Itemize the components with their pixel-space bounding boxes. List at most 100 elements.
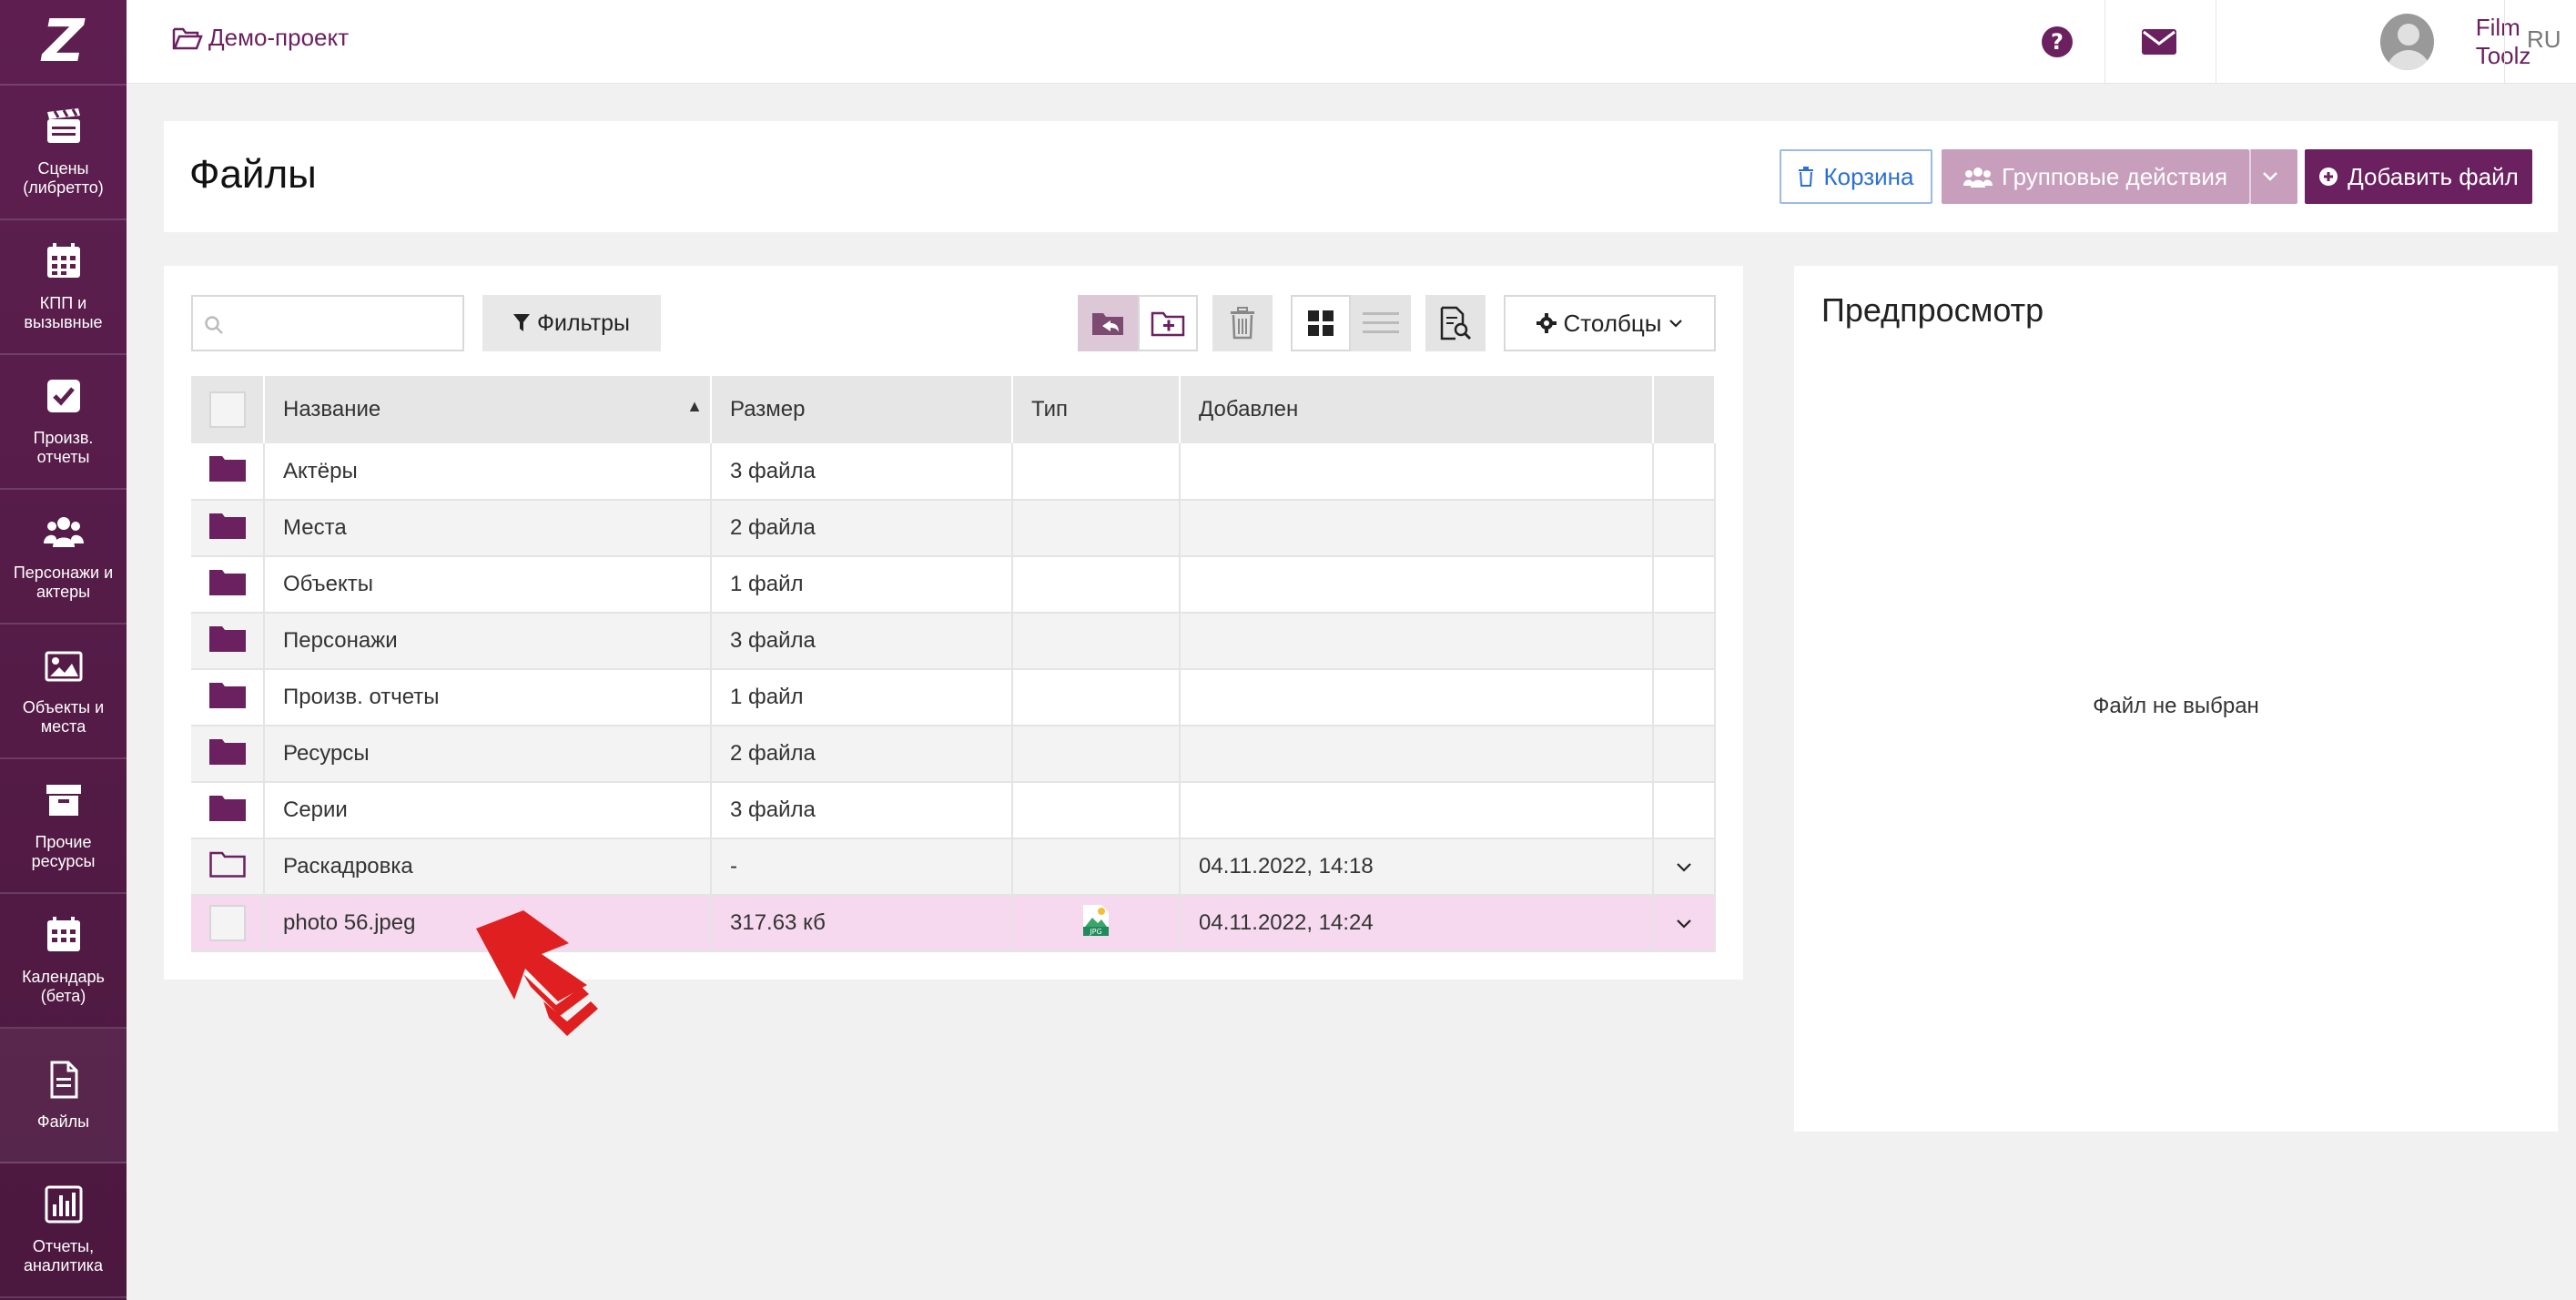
icon-cell	[191, 669, 265, 726]
table-row[interactable]: Актёры 3 файла	[191, 443, 1716, 501]
file-size: 1 файл	[711, 556, 1013, 614]
envelope-icon	[2142, 29, 2176, 55]
sidebar-item-files[interactable]: Файлы	[0, 1029, 127, 1163]
columns-dropdown[interactable]: Столбцы	[1504, 295, 1716, 351]
gear-icon	[1536, 313, 1557, 333]
sidebar: Z Сцены (либретто) КПП и вызывные Произв…	[0, 0, 127, 1300]
folder-icon	[208, 569, 246, 595]
file-added	[1180, 500, 1654, 557]
select-all-cell	[191, 376, 265, 443]
sidebar-item-scenes[interactable]: Сцены (либретто)	[0, 86, 127, 220]
folder-plus-icon	[1151, 311, 1185, 337]
file-size: 1 файл	[711, 669, 1013, 726]
table-row[interactable]: photo 56.jpeg 317.63 кб JPG 04.11.2022, …	[191, 895, 1716, 952]
table-row[interactable]: Места 2 файла	[191, 500, 1716, 557]
file-name[interactable]: Объекты	[264, 556, 712, 614]
sidebar-item-characters[interactable]: Персонажи и актеры	[0, 490, 127, 625]
table-row[interactable]: Ресурсы 2 файла	[191, 726, 1716, 783]
filters-button[interactable]: Фильтры	[482, 295, 661, 351]
trash-label: Корзина	[1823, 162, 1914, 190]
group-actions-dropdown[interactable]	[2249, 149, 2297, 204]
row-actions	[1653, 443, 1716, 501]
new-folder-button[interactable]	[1138, 295, 1198, 351]
clapperboard-icon	[46, 108, 80, 143]
messages-button[interactable]	[2109, 0, 2209, 84]
file-size: 3 файла	[711, 782, 1013, 839]
sidebar-item-label: Файлы	[36, 1112, 90, 1131]
file-search-icon	[1440, 306, 1472, 340]
table-row[interactable]: Объекты 1 файл	[191, 556, 1716, 614]
sidebar-item-analytics[interactable]: Отчеты, аналитика	[0, 1163, 127, 1298]
plus-circle-icon	[2319, 168, 2338, 186]
row-expand-button[interactable]	[1653, 895, 1716, 952]
help-button[interactable]: ?	[2016, 0, 2098, 84]
grid-view-button[interactable]	[1291, 295, 1351, 351]
language-switcher[interactable]: RU	[2527, 25, 2561, 54]
chevron-down-icon	[2262, 172, 2277, 181]
file-name[interactable]: Ресурсы	[264, 726, 712, 783]
file-type	[1012, 782, 1181, 839]
trash-icon	[1799, 167, 1814, 187]
sidebar-item-label: Персонажи и актеры	[13, 564, 114, 601]
row-expand-button[interactable]	[1653, 838, 1716, 896]
app-logo[interactable]: Z	[0, 0, 127, 86]
file-name[interactable]: Персонажи	[264, 613, 712, 670]
file-size: 317.63 кб	[711, 895, 1013, 952]
file-size: 2 файла	[711, 500, 1013, 557]
add-file-button[interactable]: Добавить файл	[2305, 149, 2532, 204]
group-actions-button[interactable]: Групповые действия	[1942, 149, 2249, 204]
file-name[interactable]: Серии	[264, 782, 712, 839]
row-actions	[1653, 500, 1716, 557]
sidebar-item-reports[interactable]: Произв. отчеты	[0, 355, 127, 490]
archive-box-icon	[46, 785, 81, 816]
list-view-button[interactable]	[1351, 295, 1411, 351]
file-name[interactable]: Произв. отчеты	[264, 669, 712, 726]
file-size: 2 файла	[711, 726, 1013, 783]
file-name[interactable]: Раскадровка	[264, 838, 712, 896]
file-added: 04.11.2022, 14:18	[1180, 838, 1654, 896]
row-checkbox[interactable]	[208, 905, 246, 941]
sidebar-item-label: КПП и вызывные	[24, 294, 103, 331]
folder-icon	[208, 456, 246, 482]
breadcrumb-project[interactable]: Демо-проект	[172, 24, 349, 52]
file-type	[1012, 669, 1181, 726]
sidebar-item-objects[interactable]: Объекты и места	[0, 625, 127, 759]
search-icon	[205, 316, 223, 334]
chevron-down-icon	[1677, 863, 1691, 872]
table-row[interactable]: Произв. отчеты 1 файл	[191, 669, 1716, 726]
sidebar-item-calendar[interactable]: Календарь (бета)	[0, 894, 127, 1029]
sidebar-item-callsheets[interactable]: КПП и вызывные	[0, 220, 127, 355]
page-header: Файлы Корзина Групповые действия Добавит…	[164, 121, 2558, 232]
search-input[interactable]	[191, 295, 464, 351]
column-size[interactable]: Размер	[711, 376, 1013, 443]
preview-empty-text: Файл не выбран	[2093, 694, 2259, 718]
table-row[interactable]: Раскадровка - 04.11.2022, 14:18	[191, 838, 1716, 896]
group-actions-label: Групповые действия	[2001, 162, 2228, 190]
column-added[interactable]: Добавлен	[1180, 376, 1654, 443]
sidebar-item-label: Сцены (либретто)	[23, 159, 104, 197]
logo-text: Z	[42, 8, 85, 76]
file-name[interactable]: Места	[264, 500, 712, 557]
sidebar-item-label: Календарь (бета)	[22, 968, 105, 1005]
table-row[interactable]: Персонажи 3 файла	[191, 613, 1716, 670]
column-name[interactable]: Название ▲	[264, 376, 712, 443]
file-type: JPG	[1012, 895, 1181, 952]
column-type[interactable]: Тип	[1012, 376, 1181, 443]
icon-cell	[191, 556, 265, 614]
calendar-icon	[46, 917, 80, 951]
row-actions	[1653, 669, 1716, 726]
preview-toggle-button[interactable]	[1425, 295, 1486, 351]
folder-open-icon	[172, 27, 203, 49]
table-row[interactable]: Серии 3 файла	[191, 782, 1716, 839]
select-all-checkbox[interactable]	[208, 391, 246, 428]
chevron-down-icon	[1677, 919, 1691, 929]
file-size: -	[711, 838, 1013, 896]
jpg-file-icon: JPG	[1083, 904, 1109, 936]
delete-button[interactable]	[1212, 295, 1273, 351]
trash-button[interactable]: Корзина	[1780, 149, 1932, 204]
folder-up-button[interactable]	[1078, 295, 1138, 351]
sidebar-item-resources[interactable]: Прочие ресурсы	[0, 759, 127, 894]
file-added: 04.11.2022, 14:24	[1180, 895, 1654, 952]
file-name[interactable]: Актёры	[264, 443, 712, 501]
divider	[2104, 0, 2105, 84]
